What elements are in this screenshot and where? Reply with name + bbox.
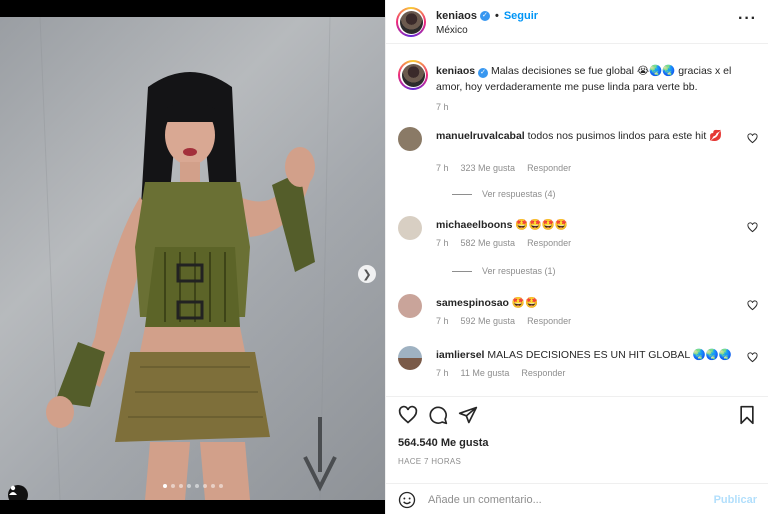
smiley-icon[interactable] — [398, 491, 416, 509]
heart-icon[interactable] — [398, 405, 418, 425]
post-age[interactable]: HACE 7 HORAS — [398, 457, 461, 466]
publish-button[interactable]: Publicar — [714, 494, 757, 506]
view-replies-button[interactable]: Ver respuestas (1) — [452, 266, 556, 276]
author-line: keniaos ✓ • Seguir — [436, 10, 538, 22]
comment-text-block: michaeelboons 🤩🤩🤩🤩 — [436, 218, 736, 233]
comment-text-block: manuelruvalcabal todos nos pusimos lindo… — [436, 129, 736, 144]
comment-username[interactable]: manuelruvalcabal — [436, 130, 525, 142]
comment-heart-icon[interactable] — [747, 352, 758, 363]
verified-badge-icon: ✓ — [479, 11, 490, 21]
comment-likes[interactable]: 11 Me gusta — [461, 368, 510, 378]
comment-likes[interactable]: 582 Me gusta — [461, 238, 516, 248]
carousel-dot — [202, 484, 207, 488]
comment-text: MALAS DECISIONES ES UN HIT GLOBAL 🌏🌏🌏 — [487, 349, 732, 361]
carousel-dot — [218, 484, 223, 488]
post-header: keniaos ✓ • Seguir México ··· — [386, 0, 768, 44]
comment-input[interactable] — [428, 490, 698, 510]
commenter-avatar[interactable] — [398, 216, 422, 240]
comment-text: todos nos pusimos lindos para este hit 💋 — [527, 130, 723, 142]
bookmark-icon[interactable] — [737, 405, 757, 425]
view-replies-label: Ver respuestas (1) — [482, 266, 556, 276]
view-replies-button[interactable]: Ver respuestas (4) — [452, 189, 556, 199]
carousel-dot — [186, 484, 191, 488]
comment-item: iamliersel MALAS DECISIONES ES UN HIT GL… — [398, 346, 758, 394]
post-side-panel: keniaos ✓ • Seguir México ··· keniaos ✓ … — [385, 0, 768, 514]
comments-list[interactable]: keniaos ✓ Malas decisiones se fue global… — [386, 44, 768, 396]
caption-username[interactable]: keniaos — [436, 65, 475, 77]
add-comment-bar: Publicar — [386, 483, 768, 515]
commenter-avatar[interactable] — [398, 346, 422, 370]
reply-button[interactable]: Responder — [521, 368, 565, 378]
reply-button[interactable]: Responder — [527, 316, 571, 326]
more-horizontal-icon[interactable]: ··· — [738, 10, 757, 28]
comment-meta: 7 h 323 Me gusta Responder — [436, 163, 571, 173]
author-username[interactable]: keniaos — [436, 10, 477, 22]
separator-dot: • — [494, 10, 499, 22]
reply-button[interactable]: Responder — [527, 163, 571, 173]
comment-heart-icon[interactable] — [747, 300, 758, 311]
comment-meta: 7 h 11 Me gusta Responder — [436, 368, 565, 378]
reply-button[interactable]: Responder — [527, 238, 571, 248]
paper-plane-icon[interactable] — [458, 405, 478, 425]
comment-likes[interactable]: 592 Me gusta — [461, 316, 516, 326]
carousel-indicators — [0, 484, 385, 488]
commenter-avatar[interactable] — [398, 294, 422, 318]
next-slide-button[interactable]: ❯ — [358, 265, 376, 283]
follow-button[interactable]: Seguir — [504, 10, 538, 22]
photo-illustration — [39, 17, 337, 500]
caption-avatar[interactable] — [398, 60, 428, 90]
post-actions: 564.540 Me gusta HACE 7 HORAS Publicar — [386, 396, 768, 514]
view-replies-label: Ver respuestas (4) — [482, 189, 556, 199]
comment-icon[interactable] — [428, 405, 448, 425]
comment-time: 7 h — [436, 238, 449, 248]
author-avatar[interactable] — [396, 7, 426, 37]
post-media: ❯ — [0, 0, 385, 514]
caption-time: 7 h — [436, 102, 449, 112]
comment-time: 7 h — [436, 368, 449, 378]
comment-heart-icon[interactable] — [747, 133, 758, 144]
chevron-right-icon: ❯ — [362, 268, 372, 281]
likes-count[interactable]: 564.540 Me gusta — [398, 437, 489, 449]
comment-meta: 7 h 592 Me gusta Responder — [436, 316, 571, 326]
carousel-dot — [194, 484, 199, 488]
commenter-avatar[interactable] — [398, 127, 422, 151]
post-location[interactable]: México — [436, 25, 468, 36]
comment-username[interactable]: michaeelboons — [436, 219, 512, 231]
comment-heart-icon[interactable] — [747, 222, 758, 233]
post-photo[interactable]: ❯ — [0, 17, 385, 500]
comment-item: manuelruvalcabal todos nos pusimos lindo… — [398, 127, 758, 217]
carousel-dot — [162, 484, 167, 488]
comment-item: michaeelboons 🤩🤩🤩🤩 7 h 582 Me gusta Resp… — [398, 216, 758, 296]
verified-badge-icon: ✓ — [478, 68, 489, 78]
caption-text-block: keniaos ✓ Malas decisiones se fue global… — [436, 63, 756, 115]
carousel-dot — [210, 484, 215, 488]
comment-username[interactable]: iamliersel — [436, 349, 484, 361]
instagram-post-view: ❯ keniaos ✓ • Seguir México ··· keniaos … — [0, 0, 768, 514]
comment-item: samespinosao 🤩🤩 7 h 592 Me gusta Respond… — [398, 294, 758, 344]
carousel-dot — [178, 484, 183, 488]
comment-likes[interactable]: 323 Me gusta — [461, 163, 516, 173]
comment-text-block: iamliersel MALAS DECISIONES ES UN HIT GL… — [436, 348, 736, 363]
comment-text: 🤩🤩 — [511, 297, 539, 309]
comment-text-block: samespinosao 🤩🤩 — [436, 296, 736, 311]
comment-username[interactable]: samespinosao — [436, 297, 509, 309]
comment-meta: 7 h 582 Me gusta Responder — [436, 238, 571, 248]
comment-time: 7 h — [436, 163, 449, 173]
carousel-dot — [170, 484, 175, 488]
comment-text: 🤩🤩🤩🤩 — [515, 219, 568, 231]
comment-time: 7 h — [436, 316, 449, 326]
